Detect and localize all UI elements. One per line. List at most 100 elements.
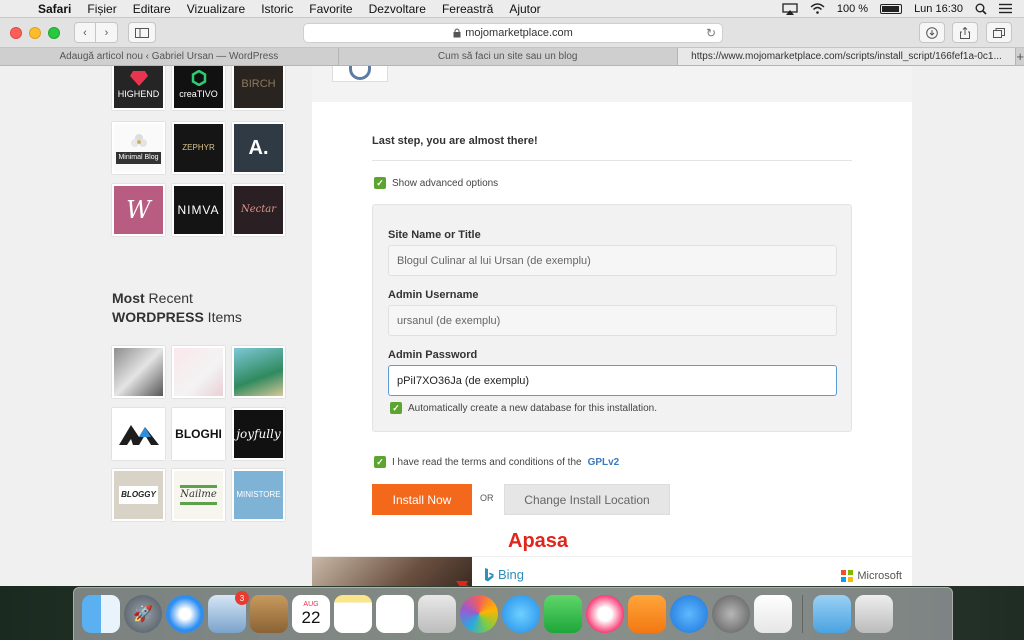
dock-separator bbox=[802, 595, 803, 633]
divider bbox=[372, 160, 852, 161]
chevron-left-icon: ‹ bbox=[83, 26, 87, 39]
downloads-button[interactable] bbox=[919, 22, 945, 43]
theme-thumb[interactable]: BLOGGY bbox=[112, 469, 165, 521]
menu-item-edit[interactable]: Editare bbox=[125, 2, 179, 16]
mountain-logo-icon bbox=[118, 425, 159, 445]
menu-item-file[interactable]: Fișier bbox=[79, 2, 124, 16]
recent-items-heading: Most Recent WORDPRESS Items bbox=[112, 290, 242, 325]
tab-overview-button[interactable] bbox=[986, 22, 1012, 43]
notes-icon[interactable] bbox=[334, 595, 372, 633]
top-band bbox=[312, 66, 912, 102]
downloads-folder-icon[interactable] bbox=[813, 595, 851, 633]
share-button[interactable] bbox=[952, 22, 978, 43]
theme-thumb[interactable] bbox=[112, 346, 165, 398]
theme-thumb[interactable]: BIRCH bbox=[232, 66, 285, 110]
web-page: HIGHEND creaTIVO BIRCH Minimal Blog ZEPH… bbox=[0, 66, 1024, 586]
site-name-input[interactable] bbox=[388, 245, 837, 276]
theme-thumb[interactable]: creaTIVO bbox=[172, 66, 225, 110]
gplv2-link[interactable]: GPLv2 bbox=[588, 457, 620, 468]
spotlight-search-icon[interactable] bbox=[975, 3, 987, 15]
contacts-icon[interactable] bbox=[250, 595, 288, 633]
password-input[interactable] bbox=[388, 365, 837, 396]
back-button[interactable]: ‹ bbox=[74, 22, 96, 43]
forward-button[interactable]: › bbox=[96, 22, 118, 43]
wordpress-icon bbox=[349, 66, 371, 80]
auto-database-row: ✓ Automatically create a new database fo… bbox=[390, 402, 657, 414]
tab-install-script[interactable]: https://www.mojomarketplace.com/scripts/… bbox=[677, 48, 1017, 65]
menu-app-name[interactable]: Safari bbox=[30, 2, 79, 16]
calendar-icon[interactable]: AUG 22 bbox=[292, 595, 330, 633]
tabs-icon bbox=[993, 27, 1005, 38]
theme-thumb[interactable]: BLOGHI bbox=[172, 408, 225, 460]
menu-item-view[interactable]: Vizualizare bbox=[179, 2, 253, 16]
bing-ad-banner[interactable]: Bing Microsoft bbox=[312, 556, 912, 586]
theme-thumb[interactable]: Nailme bbox=[172, 469, 225, 521]
username-input[interactable] bbox=[388, 305, 837, 336]
tab-wordpress[interactable]: Adaugă articol nou ‹ Gabriel Ursan — Wor… bbox=[0, 48, 339, 65]
zoom-window-button[interactable] bbox=[48, 26, 60, 39]
theme-thumb[interactable] bbox=[232, 346, 285, 398]
photos-icon[interactable] bbox=[460, 595, 498, 633]
mail-icon[interactable]: 3 bbox=[208, 591, 249, 633]
wordpress-logo bbox=[332, 66, 388, 82]
theme-thumb[interactable]: Minimal Blog bbox=[112, 122, 165, 174]
theme-thumb[interactable]: HIGHEND bbox=[112, 66, 165, 110]
browser-toolbar: ‹ › mojomarketplace.com ↻ bbox=[0, 18, 1024, 48]
theme-thumb[interactable]: W bbox=[112, 184, 165, 236]
theme-thumb[interactable]: joyfully bbox=[232, 408, 285, 460]
address-bar[interactable]: mojomarketplace.com ↻ bbox=[303, 23, 723, 43]
preview-icon[interactable] bbox=[418, 595, 456, 633]
trash-icon[interactable] bbox=[855, 595, 893, 633]
theme-thumb[interactable] bbox=[112, 408, 165, 460]
menu-item-develop[interactable]: Dezvoltare bbox=[361, 2, 434, 16]
numbers-icon[interactable] bbox=[754, 595, 792, 633]
tab-guide[interactable]: Cum să faci un site sau un blog bbox=[339, 48, 678, 65]
terms-row: ✓ I have read the terms and conditions o… bbox=[374, 456, 619, 468]
app-store-icon[interactable] bbox=[670, 595, 708, 633]
terms-checkbox[interactable]: ✓ bbox=[374, 456, 386, 468]
close-window-button[interactable] bbox=[10, 26, 22, 39]
system-preferences-icon[interactable] bbox=[712, 595, 750, 633]
airplay-icon[interactable] bbox=[782, 2, 798, 15]
tab-bar: Adaugă articol nou ‹ Gabriel Ursan — Wor… bbox=[0, 48, 1024, 66]
theme-thumb[interactable] bbox=[172, 346, 225, 398]
microsoft-icon bbox=[841, 570, 854, 582]
advanced-options-checkbox[interactable]: ✓ bbox=[374, 177, 386, 189]
username-label: Admin Username bbox=[388, 289, 479, 301]
ibooks-icon[interactable] bbox=[628, 595, 666, 633]
battery-icon[interactable] bbox=[880, 3, 903, 14]
finder-icon[interactable] bbox=[82, 595, 120, 633]
menu-item-history[interactable]: Istoric bbox=[253, 2, 301, 16]
theme-sidebar: HIGHEND creaTIVO BIRCH Minimal Blog ZEPH… bbox=[100, 66, 300, 586]
install-now-button[interactable]: Install Now bbox=[372, 484, 472, 515]
sidebar-toggle-button[interactable] bbox=[128, 22, 156, 43]
site-name-label: Site Name or Title bbox=[388, 229, 481, 241]
reload-icon[interactable]: ↻ bbox=[706, 26, 716, 40]
password-label: Admin Password bbox=[388, 349, 478, 361]
launchpad-icon[interactable]: 🚀 bbox=[124, 595, 162, 633]
theme-thumb[interactable]: A. bbox=[232, 122, 285, 174]
menu-item-window[interactable]: Fereastră bbox=[434, 2, 501, 16]
theme-thumb[interactable]: MINISTORE bbox=[232, 469, 285, 521]
minimize-window-button[interactable] bbox=[29, 26, 41, 39]
theme-thumb[interactable]: ZEPHYR bbox=[172, 122, 225, 174]
annotation-label: Apasa bbox=[508, 530, 569, 552]
auto-database-checkbox[interactable]: ✓ bbox=[390, 402, 402, 414]
safari-icon[interactable] bbox=[166, 595, 204, 633]
new-tab-button[interactable]: + bbox=[1016, 48, 1024, 65]
theme-thumb[interactable]: NIMVA bbox=[172, 184, 225, 236]
messages-icon[interactable] bbox=[502, 595, 540, 633]
facetime-icon[interactable] bbox=[544, 595, 582, 633]
menu-clock[interactable]: Lun 16:30 bbox=[914, 3, 963, 15]
share-icon bbox=[960, 26, 970, 39]
dock: 🚀 3 AUG 22 bbox=[73, 587, 953, 640]
install-panel: Last step, you are almost there! ✓ Show … bbox=[312, 66, 912, 586]
reminders-icon[interactable] bbox=[376, 595, 414, 633]
itunes-icon[interactable] bbox=[586, 595, 624, 633]
wifi-icon[interactable] bbox=[810, 3, 825, 14]
notification-center-icon[interactable] bbox=[999, 3, 1012, 14]
menu-item-bookmarks[interactable]: Favorite bbox=[301, 2, 360, 16]
menu-item-help[interactable]: Ajutor bbox=[501, 2, 548, 16]
change-install-location-button[interactable]: Change Install Location bbox=[504, 484, 670, 515]
theme-thumb[interactable]: Nectar bbox=[232, 184, 285, 236]
